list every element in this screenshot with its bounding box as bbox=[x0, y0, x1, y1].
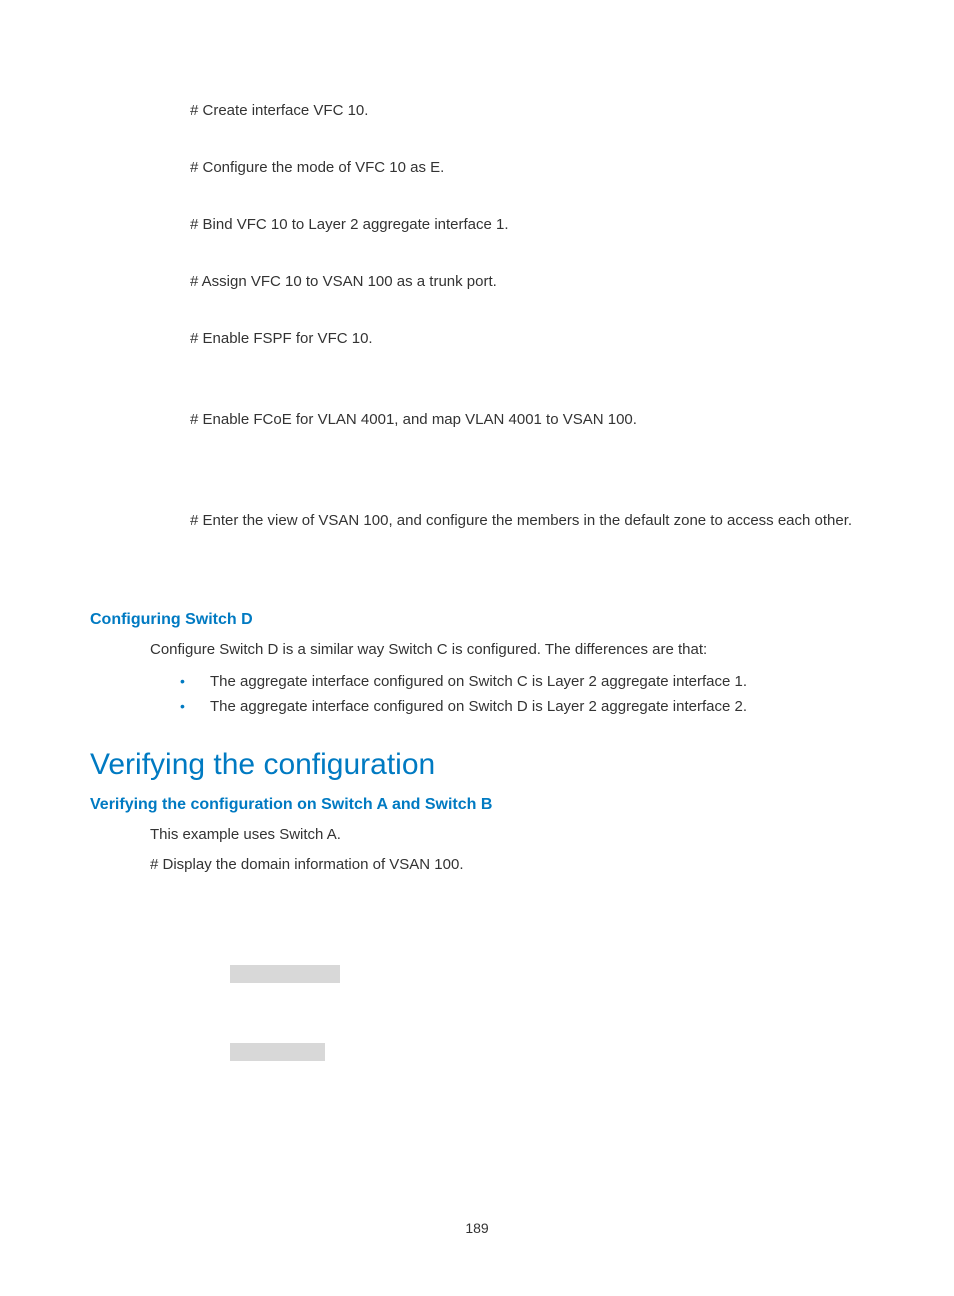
step-mode-vfc10-e: # Configure the mode of VFC 10 as E. bbox=[190, 157, 864, 178]
page-number: 189 bbox=[0, 1220, 954, 1236]
list-item: The aggregate interface configured on Sw… bbox=[180, 669, 864, 695]
heading-verify-switch-a-b: Verifying the configuration on Switch A … bbox=[90, 796, 864, 814]
verify-display-domain: # Display the domain information of VSAN… bbox=[150, 854, 864, 876]
step-enable-fcoe-vlan4001: # Enable FCoE for VLAN 4001, and map VLA… bbox=[190, 409, 864, 430]
step-enable-fspf: # Enable FSPF for VFC 10. bbox=[190, 328, 864, 349]
heading-verifying-configuration: Verifying the configuration bbox=[90, 748, 864, 782]
redacted-block bbox=[230, 1043, 325, 1061]
redacted-block bbox=[230, 965, 340, 983]
step-create-vfc10: # Create interface VFC 10. bbox=[190, 100, 864, 121]
switch-d-intro: Configure Switch D is a similar way Swit… bbox=[150, 639, 864, 661]
list-item: The aggregate interface configured on Sw… bbox=[180, 694, 864, 720]
heading-configuring-switch-d: Configuring Switch D bbox=[90, 611, 864, 629]
step-bind-vfc10: # Bind VFC 10 to Layer 2 aggregate inter… bbox=[190, 214, 864, 235]
step-vsan100-zone: # Enter the view of VSAN 100, and config… bbox=[190, 510, 864, 531]
verify-example-switch-a: This example uses Switch A. bbox=[150, 824, 864, 846]
switch-d-diffs-list: The aggregate interface configured on Sw… bbox=[180, 669, 864, 720]
step-assign-vfc10-vsan100: # Assign VFC 10 to VSAN 100 as a trunk p… bbox=[190, 271, 864, 292]
